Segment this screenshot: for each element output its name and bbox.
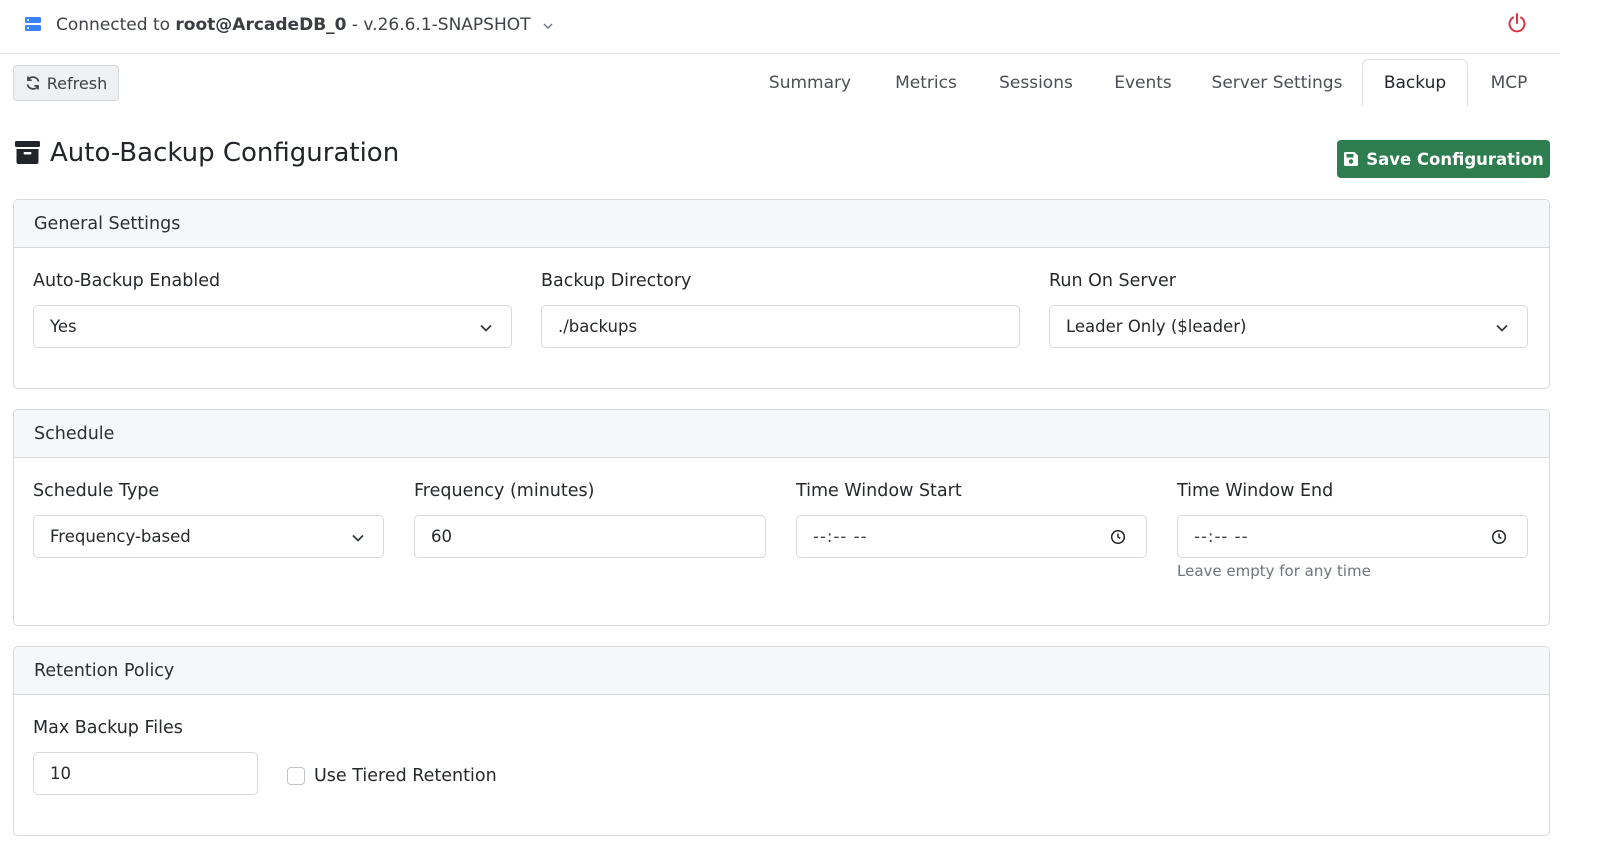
backup-directory-value: ./backups — [558, 317, 638, 336]
save-configuration-label: Save Configuration — [1366, 149, 1544, 169]
run-on-server-select[interactable]: Leader Only ($leader) — [1049, 305, 1528, 348]
save-configuration-button[interactable]: Save Configuration — [1337, 140, 1550, 178]
connection-prefix: Connected to — [56, 15, 171, 35]
tab-server-settings[interactable]: Server Settings — [1198, 59, 1356, 107]
tab-backup[interactable]: Backup — [1362, 59, 1468, 107]
tiered-retention-checkbox[interactable] — [287, 767, 305, 785]
tiered-retention-label[interactable]: Use Tiered Retention — [314, 765, 497, 787]
max-backup-files-input[interactable]: 10 — [33, 752, 258, 795]
top-bar: Connected to root@ArcadeDB_0 - v.26.6.1-… — [0, 0, 1560, 54]
backup-directory-input[interactable]: ./backups — [541, 305, 1020, 348]
time-window-start-label: Time Window Start — [796, 481, 962, 501]
general-settings-card: General Settings — [13, 199, 1550, 389]
archive-icon — [15, 141, 40, 164]
frequency-input[interactable]: 60 — [414, 515, 766, 558]
schedule-type-label: Schedule Type — [33, 481, 160, 501]
time-window-end-help: Leave empty for any time — [1177, 562, 1371, 580]
frequency-label: Frequency (minutes) — [414, 481, 595, 501]
tab-mcp[interactable]: MCP — [1476, 59, 1542, 107]
page-title: Auto-Backup Configuration — [50, 138, 400, 168]
time-window-start-input[interactable]: --:-- -- — [796, 515, 1147, 558]
general-settings-header: General Settings — [14, 200, 1549, 248]
tab-events[interactable]: Events — [1100, 59, 1186, 107]
max-backup-files-label: Max Backup Files — [33, 718, 183, 738]
frequency-value: 60 — [431, 527, 452, 546]
server-version: - v.26.6.1-SNAPSHOT — [351, 15, 531, 35]
connection-status[interactable]: Connected to root@ArcadeDB_0 - v.26.6.1-… — [56, 13, 531, 37]
auto-backup-enabled-select[interactable]: Yes — [33, 305, 512, 348]
clock-icon[interactable] — [1110, 529, 1126, 545]
retention-policy-header: Retention Policy — [14, 647, 1549, 695]
schedule-type-select[interactable]: Frequency-based — [33, 515, 384, 558]
backup-directory-label: Backup Directory — [541, 271, 692, 291]
time-window-end-input[interactable]: --:-- -- — [1177, 515, 1528, 558]
tab-summary[interactable]: Summary — [750, 59, 870, 107]
chevron-down-icon — [352, 534, 364, 542]
tab-metrics[interactable]: Metrics — [880, 59, 972, 107]
tab-sessions[interactable]: Sessions — [984, 59, 1088, 107]
run-on-server-value: Leader Only ($leader) — [1066, 317, 1247, 336]
schedule-header: Schedule — [14, 410, 1549, 458]
floppy-disk-icon — [1344, 152, 1359, 166]
time-window-start-placeholder: --:-- -- — [813, 527, 868, 546]
time-window-end-placeholder: --:-- -- — [1194, 527, 1249, 546]
refresh-icon — [26, 76, 40, 90]
auto-backup-enabled-label: Auto-Backup Enabled — [33, 271, 221, 291]
power-icon[interactable] — [1507, 12, 1527, 34]
run-on-server-label: Run On Server — [1049, 271, 1176, 291]
auto-backup-enabled-value: Yes — [50, 317, 77, 336]
refresh-label: Refresh — [46, 73, 108, 93]
refresh-button[interactable]: Refresh — [13, 65, 119, 101]
server-icon — [25, 17, 41, 31]
clock-icon[interactable] — [1491, 529, 1507, 545]
chevron-down-icon[interactable] — [542, 20, 554, 32]
schedule-type-value: Frequency-based — [50, 527, 191, 546]
chevron-down-icon — [1496, 324, 1508, 332]
retention-policy-card: Retention Policy — [13, 646, 1550, 836]
chevron-down-icon — [480, 324, 492, 332]
connection-user-host: root@ArcadeDB_0 — [175, 15, 347, 35]
max-backup-files-value: 10 — [50, 764, 71, 783]
time-window-end-label: Time Window End — [1177, 481, 1334, 501]
